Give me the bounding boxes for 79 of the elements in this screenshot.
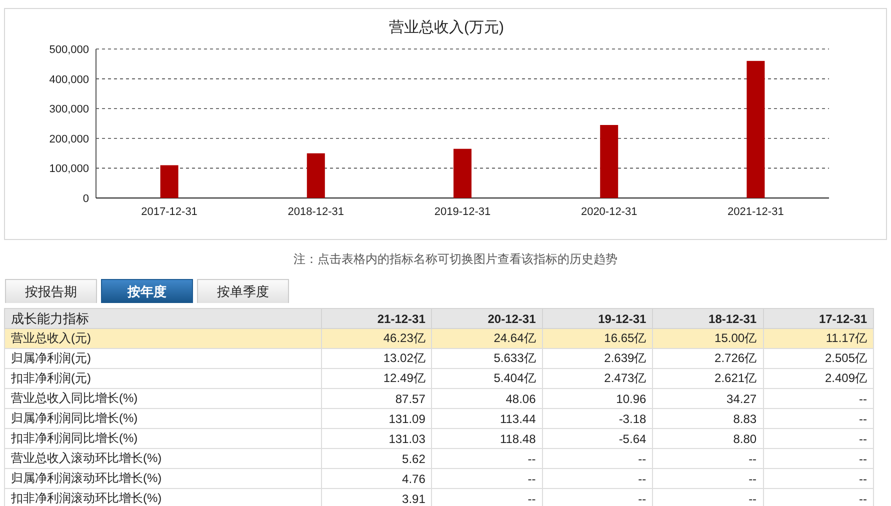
table-cell: -- — [763, 468, 874, 488]
period-tab[interactable]: 按报告期 — [5, 279, 97, 303]
indicator-name-cell[interactable]: 扣非净利润同比增长(%) — [4, 428, 322, 448]
y-tick-label: 200,000 — [49, 133, 89, 146]
table-cell: -5.64 — [542, 428, 653, 448]
y-tick-label: 0 — [82, 193, 89, 205]
x-tick-label: 2019-12-31 — [434, 206, 491, 218]
table-cell: 2.621亿 — [652, 368, 764, 388]
indicator-name-cell[interactable]: 营业总收入(元) — [4, 328, 322, 348]
indicator-name-cell[interactable]: 归属净利润同比增长(%) — [4, 408, 322, 428]
table-cell: 131.03 — [322, 428, 432, 448]
table-cell: 2.473亿 — [542, 368, 653, 388]
table-cell: 8.80 — [652, 428, 764, 448]
table-cell: 8.83 — [652, 408, 764, 428]
x-tick-label: 2017-12-31 — [141, 206, 198, 218]
table-cell: 3.91 — [322, 488, 432, 506]
y-tick-label: 500,000 — [49, 44, 89, 56]
table-cell: -- — [763, 448, 874, 468]
table-cell: 15.00亿 — [652, 328, 764, 348]
indicator-name-cell[interactable]: 营业总收入同比增长(%) — [4, 388, 322, 408]
table-cell: -- — [542, 468, 653, 488]
column-header: 21-12-31 — [322, 308, 432, 328]
table-cell: -- — [763, 488, 874, 506]
x-tick-label: 2020-12-31 — [580, 206, 638, 218]
table-cell: -- — [652, 468, 764, 488]
table-cell: 87.57 — [322, 388, 432, 408]
indicator-name-cell[interactable]: 归属净利润(元) — [4, 348, 322, 368]
bar — [160, 165, 178, 198]
table-cell: -- — [763, 408, 874, 428]
table-cell: 2.409亿 — [763, 368, 874, 388]
bar — [454, 148, 472, 198]
table-cell: 5.62 — [322, 448, 432, 468]
table-cell: 48.06 — [432, 388, 542, 408]
table-cell: -- — [652, 448, 764, 468]
table-cell: 2.726亿 — [652, 348, 764, 368]
indicator-name-cell[interactable]: 归属净利润滚动环比增长(%) — [4, 468, 322, 488]
table-cell: -- — [542, 488, 653, 506]
y-tick-label: 100,000 — [49, 163, 89, 176]
indicator-name-cell[interactable]: 扣非净利润滚动环比增长(%) — [4, 488, 322, 506]
table-cell: 5.633亿 — [432, 348, 542, 368]
period-tab[interactable]: 按年度 — [101, 279, 193, 303]
table-cell: 4.76 — [322, 468, 432, 488]
table-cell: 5.404亿 — [432, 368, 542, 388]
table-cell: -- — [432, 448, 542, 468]
column-header: 17-12-31 — [763, 308, 874, 328]
table-cell: -- — [763, 428, 874, 448]
column-header: 20-12-31 — [432, 308, 542, 328]
x-tick-label: 2018-12-31 — [288, 206, 344, 218]
table-cell: 113.44 — [432, 408, 542, 428]
x-tick-label: 2021-12-31 — [728, 206, 784, 218]
table-cell: -- — [432, 468, 542, 488]
table-cell: -3.18 — [542, 408, 653, 428]
table-cell: 24.64亿 — [432, 328, 542, 348]
chart-title: 营业总收入(万元) — [389, 19, 504, 36]
column-header: 成长能力指标 — [4, 308, 322, 328]
column-header: 19-12-31 — [542, 308, 653, 328]
table-cell: -- — [652, 488, 764, 506]
table-cell: 2.639亿 — [542, 348, 653, 368]
table-cell: 46.23亿 — [322, 328, 432, 348]
table-cell: 11.17亿 — [763, 328, 874, 348]
table-cell: 12.49亿 — [322, 368, 432, 388]
table-cell: -- — [542, 448, 653, 468]
table-cell: 10.96 — [542, 388, 653, 408]
y-tick-label: 400,000 — [49, 74, 89, 86]
column-header: 18-12-31 — [652, 308, 764, 328]
period-tab[interactable]: 按单季度 — [197, 279, 289, 303]
table-cell: 13.02亿 — [322, 348, 432, 368]
table-cell: 131.09 — [322, 408, 432, 428]
table-cell: 34.27 — [652, 388, 764, 408]
table-cell: -- — [432, 488, 542, 506]
table-cell: 118.48 — [432, 428, 542, 448]
table-cell: 16.65亿 — [542, 328, 653, 348]
table-cell: 2.505亿 — [763, 348, 874, 368]
table-cell: -- — [763, 388, 874, 408]
bar — [306, 153, 325, 198]
y-tick-label: 300,000 — [49, 104, 89, 116]
note-text: 注：点击表格内的指标名称可切换图片查看该指标的历史趋势 — [292, 251, 618, 268]
indicator-name-cell[interactable]: 营业总收入滚动环比增长(%) — [4, 448, 322, 468]
indicator-name-cell[interactable]: 扣非净利润(元) — [4, 368, 322, 388]
